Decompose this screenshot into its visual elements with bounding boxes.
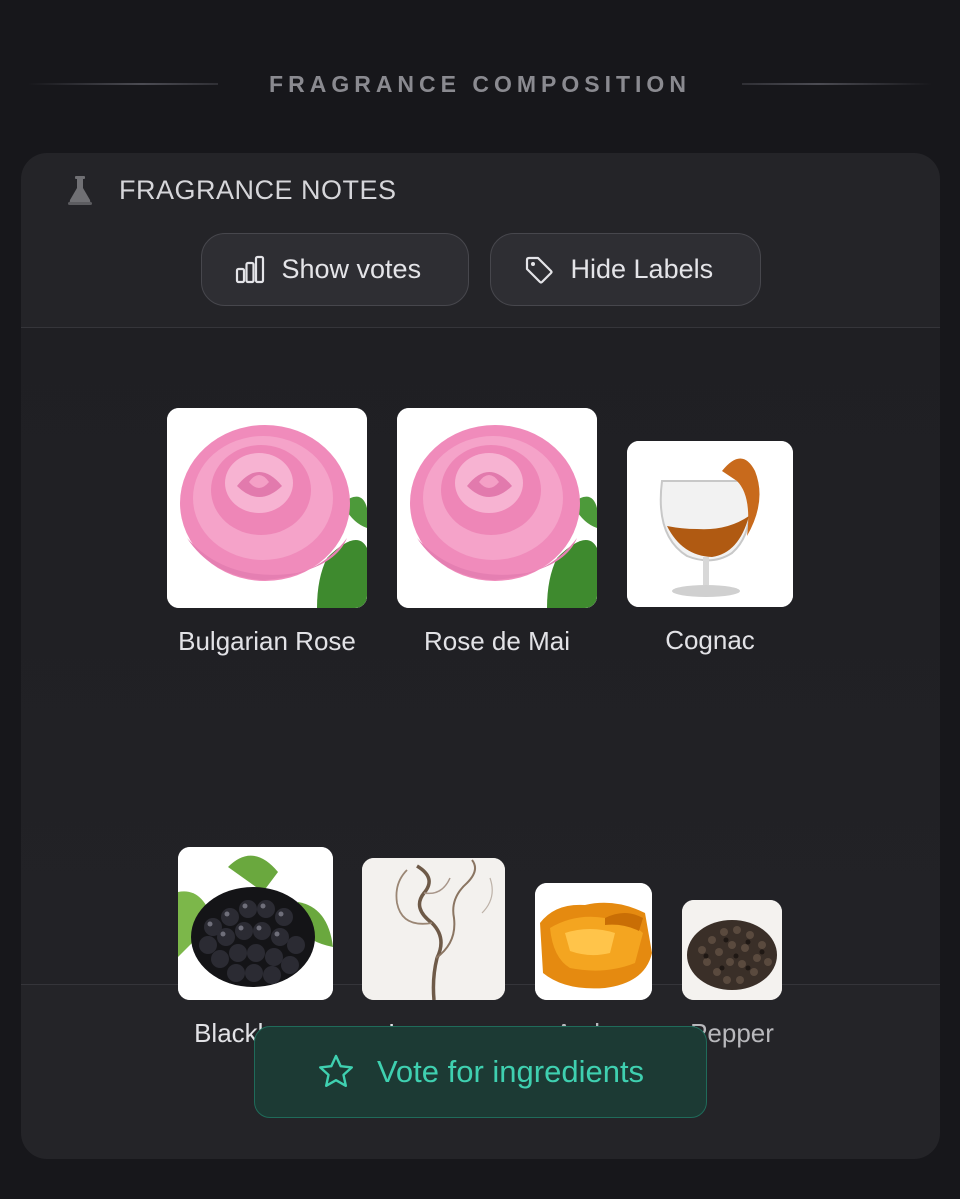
section-heading: FRAGRANCE COMPOSITION <box>0 62 960 106</box>
section-title: FRAGRANCE COMPOSITION <box>269 70 691 97</box>
show-votes-button[interactable]: Show votes <box>200 233 469 306</box>
note-rose-de-mai[interactable]: Rose de Mai <box>397 408 597 657</box>
vote-for-ingredients-label: Vote for ingredients <box>376 1054 645 1089</box>
page: FRAGRANCE COMPOSITION FRAGRANCE NOTES Sh… <box>0 0 960 1199</box>
cognac-glass-image <box>627 441 793 607</box>
star-icon <box>317 1053 355 1091</box>
rose-image <box>397 408 597 608</box>
note-blackberry[interactable]: Blackberry <box>178 847 333 1049</box>
heading-divider-right <box>742 83 932 85</box>
amber-image <box>535 883 652 1000</box>
card-title-row: FRAGRANCE NOTES <box>63 173 397 207</box>
fragrance-notes-card: FRAGRANCE NOTES Show votes Hide Labels B… <box>21 153 940 1159</box>
note-cognac[interactable]: Cognac <box>627 441 793 656</box>
heading-divider-left <box>28 83 218 85</box>
note-label: Rose de Mai <box>424 626 570 656</box>
note-label: Cognac <box>665 625 755 655</box>
tag-icon <box>523 254 555 286</box>
blackberry-image <box>178 847 333 1000</box>
show-votes-label: Show votes <box>281 254 422 284</box>
notes-grid: Bulgarian Rose Rose de Mai Cognac Pepper <box>21 328 940 1048</box>
bar-chart-icon <box>234 254 266 286</box>
flask-icon <box>63 173 97 207</box>
vote-for-ingredients-button[interactable]: Vote for ingredients <box>254 1026 707 1118</box>
rose-image <box>167 408 367 608</box>
hide-labels-label: Hide Labels <box>570 254 714 284</box>
hide-labels-button[interactable]: Hide Labels <box>489 233 761 306</box>
card-title: FRAGRANCE NOTES <box>119 174 397 205</box>
note-amber[interactable]: Amber <box>535 883 652 1049</box>
toolbar: Show votes Hide Labels <box>21 233 940 306</box>
pepper-image <box>682 900 782 1000</box>
note-label: Bulgarian Rose <box>178 626 356 656</box>
note-incense[interactable]: Incense <box>362 858 505 1049</box>
smoke-image <box>362 858 505 1000</box>
card-header: FRAGRANCE NOTES Show votes Hide Labels <box>21 153 940 328</box>
note-bulgarian-rose[interactable]: Bulgarian Rose <box>167 408 367 657</box>
